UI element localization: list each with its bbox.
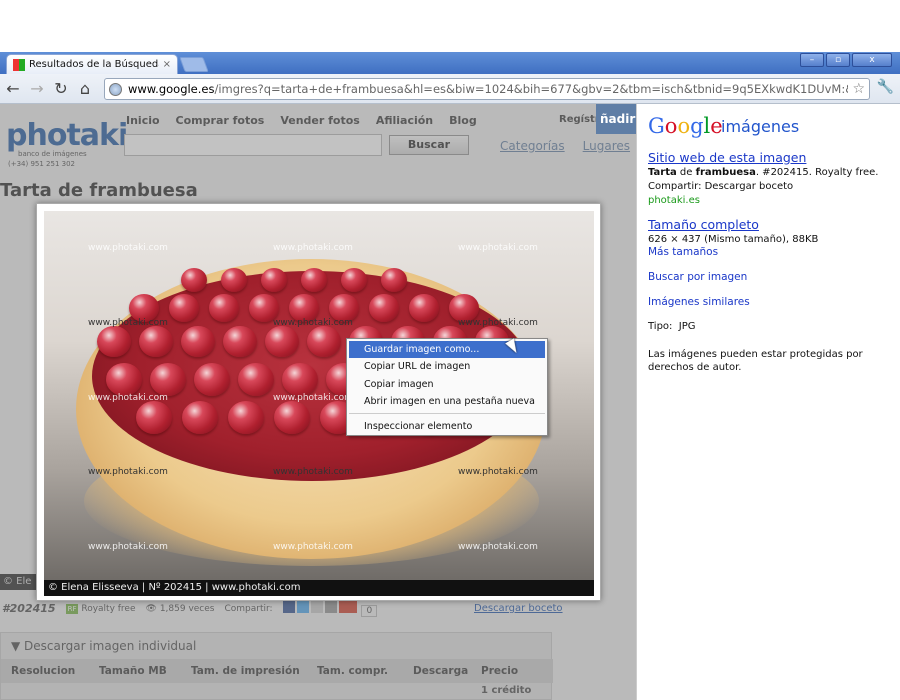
watermark: www.photaki.com	[273, 393, 353, 403]
raspberry	[228, 401, 264, 435]
full-size-link[interactable]: Tamaño completo	[648, 217, 759, 232]
search-by-image-link[interactable]: Buscar por imagen	[648, 271, 747, 283]
raspberry	[223, 326, 257, 358]
raspberry	[307, 326, 341, 358]
raspberry	[106, 363, 142, 397]
photaki-favicon-icon	[13, 58, 25, 71]
raspberry	[341, 268, 367, 292]
minimize-button[interactable]: –	[800, 53, 824, 67]
raspberry	[265, 326, 299, 358]
raspberry	[301, 268, 327, 292]
tab-title: Resultados de la Búsqueda de	[29, 59, 159, 70]
type-value: JPG	[678, 321, 696, 332]
desc-bold-1: Tarta	[648, 167, 677, 178]
desktop-background	[0, 0, 900, 52]
menu-separator	[349, 413, 545, 414]
watermark: www.photaki.com	[273, 318, 353, 328]
photo-caption: © Elena Elisseeva | Nº 202415 | www.phot…	[44, 580, 594, 596]
reload-icon[interactable]: ↻	[50, 78, 72, 100]
menu-item-open-image-new-tab[interactable]: Abrir imagen en una pestaña nueva	[349, 393, 545, 410]
desc-bold-2: frambuesa	[695, 167, 756, 178]
watermark: www.photaki.com	[458, 467, 538, 477]
watermark: www.photaki.com	[273, 467, 353, 477]
image-description: Tarta de frambuesa. #202415. Royalty fre…	[648, 167, 878, 178]
desc-end: . #202415. Royalty free.	[755, 167, 879, 178]
home-icon[interactable]: ⌂	[74, 78, 96, 100]
watermark: www.photaki.com	[88, 318, 168, 328]
menu-item-copy-image-url[interactable]: Copiar URL de imagen	[349, 358, 545, 375]
watermark: www.photaki.com	[458, 243, 538, 253]
file-type: Tipo: JPG	[648, 321, 696, 332]
bookmark-star-icon[interactable]: ☆	[852, 81, 865, 97]
raspberry	[369, 294, 399, 322]
watermark: www.photaki.com	[273, 542, 353, 552]
browser-toolbar: ← → ↻ ⌂ www.google.es/imgres?q=tarta+de+…	[0, 74, 900, 104]
share-line: Compartir: Descargar boceto	[648, 181, 794, 192]
title-bar: Resultados de la Búsqueda de × – ▫ x	[0, 52, 900, 74]
raspberry	[181, 268, 207, 292]
image-domain: photaki.es	[648, 195, 700, 206]
globe-icon	[109, 82, 122, 96]
wrench-icon[interactable]: 🔧	[877, 79, 894, 95]
browser-tab[interactable]: Resultados de la Búsqueda de ×	[6, 54, 178, 74]
image-dimensions: 626 × 437 (Mismo tamaño), 88KB	[648, 234, 819, 245]
google-logo[interactable]: Google	[648, 114, 723, 138]
copyright-note: Las imágenes pueden estar protegidas por…	[648, 349, 863, 373]
raspberry	[261, 268, 287, 292]
new-tab-button[interactable]	[179, 57, 209, 72]
raspberry	[169, 294, 199, 322]
more-sizes-link[interactable]: Más tamaños	[648, 246, 718, 258]
similar-images-link[interactable]: Imágenes similares	[648, 296, 750, 308]
raspberry	[139, 326, 173, 358]
raspberry	[381, 268, 407, 292]
tab-close-icon[interactable]: ×	[163, 59, 171, 70]
url-host: www.google.es	[128, 82, 215, 96]
type-label: Tipo:	[648, 321, 673, 332]
forward-arrow-icon[interactable]: →	[26, 78, 48, 100]
watermark: www.photaki.com	[88, 542, 168, 552]
watermark: www.photaki.com	[458, 542, 538, 552]
raspberry	[150, 363, 186, 397]
context-menu: Guardar imagen como... Copiar URL de ima…	[346, 338, 548, 436]
raspberry	[221, 268, 247, 292]
raspberry	[409, 294, 439, 322]
raspberry	[209, 294, 239, 322]
address-bar[interactable]: www.google.es/imgres?q=tarta+de+frambues…	[104, 78, 870, 100]
raspberry	[282, 363, 318, 397]
raspberry	[136, 401, 172, 435]
google-images-sidebar: Google imágenes Sitio web de esta imagen…	[636, 104, 900, 700]
google-images-label[interactable]: imágenes	[721, 117, 799, 136]
raspberry	[274, 401, 310, 435]
raspberry	[181, 326, 215, 358]
close-window-button[interactable]: x	[852, 53, 892, 67]
watermark: www.photaki.com	[88, 393, 168, 403]
menu-item-copy-image[interactable]: Copiar imagen	[349, 376, 545, 393]
url-text[interactable]: www.google.es/imgres?q=tarta+de+frambues…	[128, 82, 848, 96]
raspberry	[238, 363, 274, 397]
menu-item-inspect-element[interactable]: Inspeccionar elemento	[349, 418, 545, 435]
raspberry	[194, 363, 230, 397]
watermark: www.photaki.com	[88, 467, 168, 477]
raspberry	[182, 401, 218, 435]
raspberry	[97, 326, 131, 358]
maximize-button[interactable]: ▫	[826, 53, 850, 67]
watermark: www.photaki.com	[88, 243, 168, 253]
watermark: www.photaki.com	[458, 318, 538, 328]
anadir-button[interactable]: ñadir	[596, 104, 638, 134]
back-arrow-icon[interactable]: ←	[2, 78, 24, 100]
site-web-link[interactable]: Sitio web de esta imagen	[648, 150, 806, 165]
watermark: www.photaki.com	[273, 243, 353, 253]
desc-mid: de	[676, 167, 696, 178]
url-path: /imgres?q=tarta+de+frambuesa&hl=es&biw=1…	[214, 82, 849, 96]
